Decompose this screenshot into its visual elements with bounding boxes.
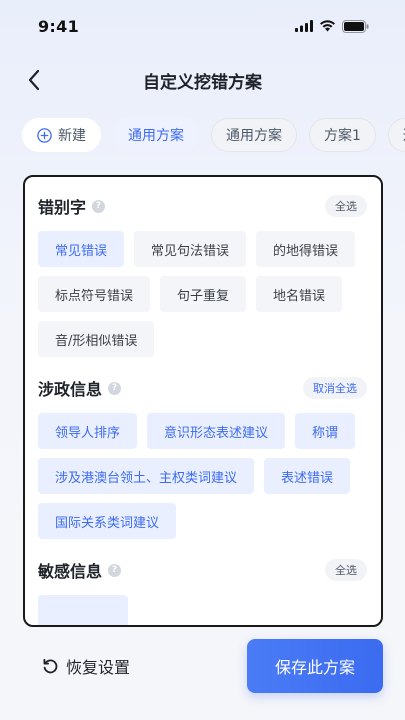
section-political: 涉政信息 ? 取消全选 领导人排序 意识形态表述建议 称谓 涉及港澳台领土、主权… — [38, 373, 367, 539]
status-bar: 9:41 — [0, 0, 405, 52]
section-header: 错别字 ? 全选 — [38, 191, 367, 221]
tab-label: 通用方案 — [128, 128, 184, 144]
chip-sensitive-first[interactable] — [38, 595, 128, 625]
reset-settings-button[interactable]: 恢复设置 — [42, 650, 130, 682]
battery-icon — [342, 19, 369, 33]
section-title: 错别字 — [38, 198, 87, 217]
chevron-left-icon — [28, 69, 40, 91]
reset-label: 恢复设置 — [66, 658, 131, 677]
chip-sentence-repeat[interactable]: 句子重复 — [160, 276, 247, 312]
section-header: 敏感信息 ? 全选 — [38, 555, 367, 585]
tab-label: 通用方案 — [226, 128, 282, 144]
chip-international-relations[interactable]: 国际关系类词建议 — [38, 503, 177, 539]
chip-similar-char-error[interactable]: 音/形相似错误 — [38, 321, 155, 357]
chip-group: 领导人排序 意识形态表述建议 称谓 涉及港澳台领土、主权类词建议 表述错误 国际… — [38, 413, 367, 539]
nav-bar: 自定义挖错方案 — [0, 58, 405, 102]
tab-new-scheme[interactable]: 新建 — [22, 118, 101, 152]
chip-leader-order[interactable]: 领导人排序 — [38, 413, 138, 449]
chip-syntax-error[interactable]: 常见句法错误 — [134, 231, 247, 267]
rules-card[interactable]: 错别字 ? 全选 常见错误 常见句法错误 的地得错误 标点符号错误 句子重复 地… — [23, 175, 383, 627]
help-icon[interactable]: ? — [108, 563, 122, 577]
page-title: 自定义挖错方案 — [143, 72, 262, 93]
chip-territory-sovereignty[interactable]: 涉及港澳台领土、主权类词建议 — [38, 458, 255, 494]
select-all-button[interactable]: 全选 — [325, 195, 367, 217]
chip-common-error[interactable]: 常见错误 — [38, 231, 125, 267]
bottom-bar: 恢复设置 保存此方案 — [0, 638, 405, 694]
status-time: 9:41 — [38, 16, 79, 36]
section-typo: 错别字 ? 全选 常见错误 常见句法错误 的地得错误 标点符号错误 句子重复 地… — [38, 191, 367, 357]
refresh-icon — [43, 658, 58, 673]
status-icons — [295, 19, 369, 33]
section-header: 涉政信息 ? 取消全选 — [38, 373, 367, 403]
tab-label: 新建 — [58, 128, 86, 144]
chip-expression-error[interactable]: 表述错误 — [264, 458, 351, 494]
scheme-tabs: 新建 通用方案 通用方案 方案1 通 — [22, 118, 405, 152]
chip-punctuation-error[interactable]: 标点符号错误 — [38, 276, 151, 312]
help-icon[interactable]: ? — [108, 381, 122, 395]
section-title: 敏感信息 — [38, 562, 103, 581]
back-button[interactable] — [20, 66, 48, 94]
plus-circle-icon — [37, 127, 52, 143]
help-icon[interactable]: ? — [92, 199, 106, 213]
tab-scheme-1[interactable]: 方案1 — [309, 118, 376, 152]
chip-title-address[interactable]: 称谓 — [295, 413, 356, 449]
save-scheme-button[interactable]: 保存此方案 — [247, 639, 383, 693]
tab-more[interactable]: 通 — [387, 118, 405, 152]
chip-group — [38, 595, 367, 625]
wifi-icon — [320, 20, 335, 32]
chip-ideology-expression[interactable]: 意识形态表述建议 — [147, 413, 286, 449]
chip-de-error[interactable]: 的地得错误 — [256, 231, 356, 267]
tab-general-scheme-active[interactable]: 通用方案 — [113, 118, 199, 152]
select-all-button[interactable]: 全选 — [325, 559, 367, 581]
chip-place-name-error[interactable]: 地名错误 — [256, 276, 343, 312]
cellular-signal-icon — [295, 20, 313, 32]
deselect-all-button[interactable]: 取消全选 — [303, 377, 367, 399]
section-sensitive: 敏感信息 ? 全选 — [38, 555, 367, 625]
tab-general-scheme[interactable]: 通用方案 — [211, 118, 297, 152]
tab-label: 方案1 — [324, 128, 361, 144]
chip-group: 常见错误 常见句法错误 的地得错误 标点符号错误 句子重复 地名错误 音/形相似… — [38, 231, 367, 357]
section-title: 涉政信息 — [38, 380, 103, 399]
